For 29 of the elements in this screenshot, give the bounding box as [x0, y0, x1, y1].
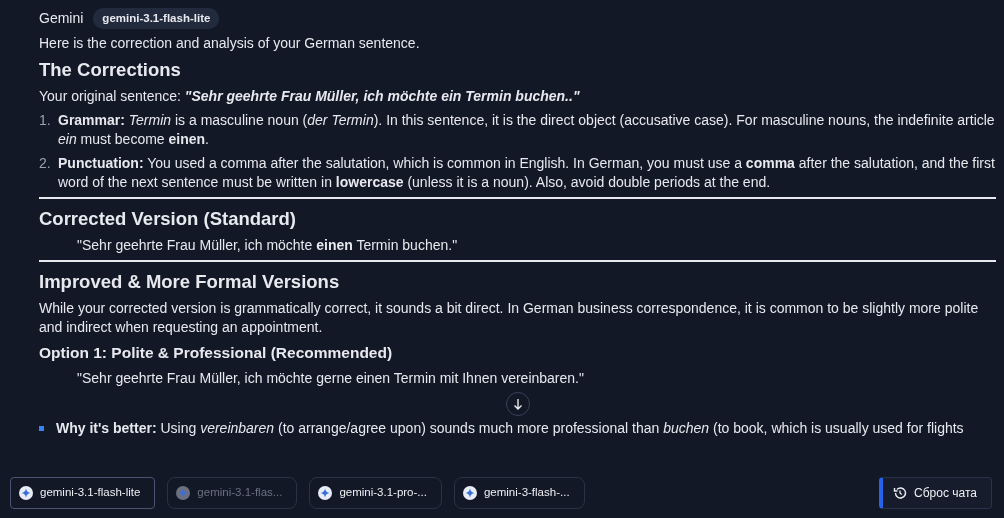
subheading: Option 1: Polite & Professional (Recommended)	[39, 343, 394, 364]
quote-text: "Sehr geehrte Frau Müller, ich möchte gerne einen Termin mit Ihnen vereinbaren."	[77, 369, 585, 389]
arrow-down-icon	[512, 398, 523, 411]
sparkle-icon	[176, 486, 191, 500]
list-item-text: Why it's better: Using vereinbaren (to arrange/agree upon) sounds much more professional than buchen (to book, which is usually used for flights	[56, 419, 964, 439]
section-heading: The Corrections	[39, 58, 182, 83]
model-chip[interactable]: gemini-3.1-pro-...	[309, 477, 442, 509]
reset-chat-button[interactable]: Сброс чата	[879, 477, 992, 509]
model-chip[interactable]: gemini-3.1-flash-lite	[10, 477, 156, 509]
list-item-text: Punctuation: You used a comma after the salutation, which is common in English. In German, you must use a comma after the salutation, and the first word of the next sentence must be written in lowercase (unless it is a noun). Also, avoid double periods at the end.	[58, 154, 996, 193]
list-item-text: Grammar: Termin is a masculine noun (der Termin). In this sentence, it is the direct object (accusative case). For masculine nouns, the indefinite article ein must become einen.	[58, 111, 996, 150]
sparkle-icon	[318, 486, 333, 500]
sentence-label: Your original sentence:	[39, 88, 182, 105]
quote-text: "Sehr geehrte Frau Müller, ich möchte einen Termin buchen."	[77, 236, 459, 256]
sparkle-icon	[19, 486, 33, 500]
sender-name: Gemini	[39, 9, 84, 29]
model-chip[interactable]: gemini-3-flash-...	[453, 477, 585, 509]
list-number: 2.	[39, 154, 52, 174]
model-badge: gemini-3.1-flash-lite	[93, 8, 220, 30]
scroll-down-button[interactable]	[505, 392, 530, 417]
list-number: 1.	[39, 111, 52, 131]
history-icon	[893, 486, 908, 500]
bullet-marker	[39, 426, 44, 432]
sparkle-icon	[462, 486, 477, 500]
section-heading: Improved & More Formal Versions	[39, 270, 341, 295]
section-heading: Corrected Version (Standard)	[39, 207, 297, 232]
original-sentence: "Sehr geehrte Frau Müller, ich möchte ein Termin buchen.."	[184, 88, 580, 105]
paragraph: Here is the correction and analysis of your German sentence.	[39, 34, 421, 54]
paragraph: While your corrected version is grammatically correct, it sounds a bit direct. In German business correspondence, it is common to be slightly more polite and indirect when requesting an appointment.	[39, 299, 980, 338]
